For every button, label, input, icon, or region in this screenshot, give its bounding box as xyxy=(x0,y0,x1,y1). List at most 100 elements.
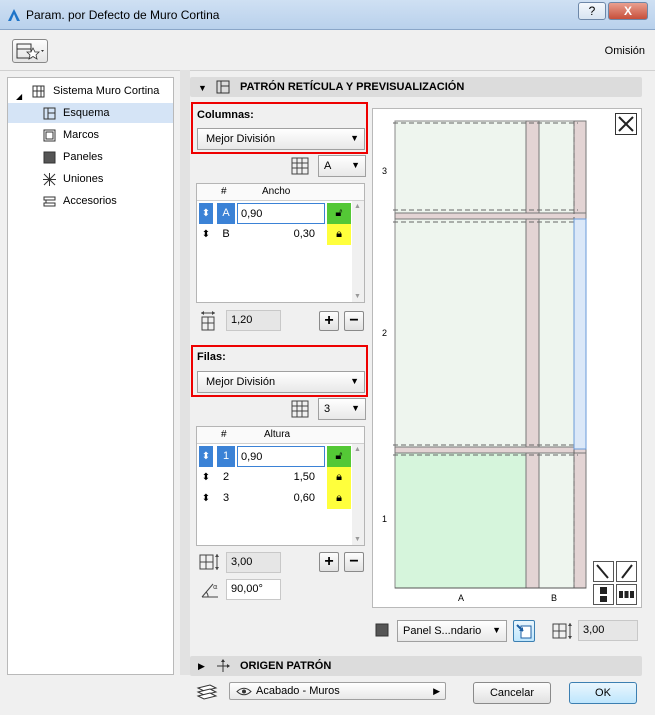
remove-row-button[interactable]: − xyxy=(344,552,364,572)
drag-handle-icon[interactable]: ⬍ xyxy=(199,488,213,509)
favorites-button[interactable] xyxy=(12,39,48,63)
panel-icon xyxy=(43,151,56,164)
close-preview-button[interactable] xyxy=(615,113,637,135)
view-vertical-button[interactable] xyxy=(593,584,614,605)
panel-type-value: Panel S...ndario xyxy=(403,625,482,637)
header-height: Altura xyxy=(264,429,291,440)
mullion-ab xyxy=(525,120,540,589)
layers-icon xyxy=(196,684,218,700)
tree-root-curtain-wall[interactable]: ◢ Sistema Muro Cortina xyxy=(8,81,173,101)
origin-icon xyxy=(217,659,230,672)
divider xyxy=(0,70,655,71)
chevron-down-icon: ▼ xyxy=(350,376,359,386)
svg-text:α: α xyxy=(213,583,218,591)
lock-icon[interactable]: 🔓︎ xyxy=(327,446,351,467)
row-index: 2 xyxy=(222,471,230,483)
table-header: # Ancho xyxy=(197,184,364,201)
expand-triangle-icon[interactable]: ◢ xyxy=(16,87,29,101)
help-button[interactable]: ? xyxy=(578,2,606,20)
visibility-eye-icon xyxy=(236,687,252,696)
section-header-pattern[interactable]: ▼ PATRÓN RETÍCULA Y PREVISUALIZACIÓN xyxy=(190,77,642,97)
transom-lower xyxy=(394,446,587,454)
drag-handle-icon[interactable]: ⬍ xyxy=(199,467,213,488)
view-diagonal-right-button[interactable] xyxy=(616,561,637,582)
columns-mode-value: Mejor División xyxy=(206,133,276,145)
panel-settings-icon xyxy=(516,624,532,639)
scroll-up-icon[interactable]: ▲ xyxy=(354,446,361,453)
columns-mode-select[interactable]: Mejor División ▼ xyxy=(197,128,365,150)
close-button[interactable]: X xyxy=(608,2,648,20)
tree-item-esquema[interactable]: Esquema xyxy=(8,103,173,123)
height-input[interactable]: 0,90 xyxy=(237,446,325,467)
drag-handle-icon[interactable]: ⬍ xyxy=(199,203,213,224)
table-scrollbar[interactable]: ▲ ▼ xyxy=(352,201,364,302)
view-diagonal-left-button[interactable] xyxy=(593,561,614,582)
rows-total-height: 3,00 xyxy=(226,552,281,573)
horizontal-blocks-icon xyxy=(619,591,634,598)
rows-mode-select[interactable]: Mejor División ▼ xyxy=(197,371,365,393)
lock-icon[interactable]: 🔒︎ xyxy=(327,224,351,245)
width-input[interactable]: 0,90 xyxy=(237,203,325,224)
pattern-preview: 3 2 1 A B xyxy=(372,108,642,608)
view-horizontal-button[interactable] xyxy=(616,584,637,605)
header-hash: # xyxy=(221,186,227,197)
rows-count-select[interactable]: 3 ▼ xyxy=(318,398,366,420)
total-height-icon xyxy=(552,623,572,639)
layer-select[interactable]: Acabado - Muros ▶ xyxy=(229,682,446,700)
panel-type-select[interactable]: Panel S...ndario ▼ xyxy=(397,620,507,642)
tree-item-paneles[interactable]: Paneles xyxy=(8,147,173,167)
section-header-origin[interactable]: ▶ ORIGEN PATRÓN xyxy=(190,656,642,676)
panel-a2 xyxy=(394,218,527,450)
column-grid-icon xyxy=(291,157,309,175)
tree-item-marcos[interactable]: Marcos xyxy=(8,125,173,145)
columns-label: Columnas: xyxy=(197,109,254,121)
table-row[interactable]: ⬍ 3 0,60 🔒︎ xyxy=(197,488,352,509)
lock-icon[interactable]: 🔓︎ xyxy=(327,203,351,224)
lock-icon[interactable]: 🔒︎ xyxy=(327,488,351,509)
tree-item-label: Paneles xyxy=(63,151,103,163)
tree-item-uniones[interactable]: Uniones xyxy=(8,169,173,189)
table-row[interactable]: ⬍ 2 1,50 🔒︎ xyxy=(197,467,352,488)
section-title: PATRÓN RETÍCULA Y PREVISUALIZACIÓN xyxy=(240,81,465,93)
table-scrollbar[interactable]: ▲ ▼ xyxy=(352,444,364,545)
scroll-up-icon[interactable]: ▲ xyxy=(354,203,361,210)
width-value[interactable]: 0,30 xyxy=(237,224,325,245)
scroll-down-icon[interactable]: ▼ xyxy=(354,293,361,300)
row-label-3: 3 xyxy=(382,166,388,176)
section-title: ORIGEN PATRÓN xyxy=(240,660,332,672)
tree-item-label: Uniones xyxy=(63,173,104,185)
lock-icon[interactable]: 🔒︎ xyxy=(327,467,351,488)
rows-label: Filas: xyxy=(197,351,226,363)
panel-settings-button[interactable] xyxy=(513,620,535,642)
height-value[interactable]: 1,50 xyxy=(237,467,325,488)
expand-triangle-icon: ▶ xyxy=(198,661,205,671)
rows-count-value: 3 xyxy=(324,403,331,415)
col-label-b: B xyxy=(551,593,558,603)
cancel-button[interactable]: Cancelar xyxy=(473,682,551,704)
preview-svg xyxy=(393,120,587,589)
archicad-icon xyxy=(8,9,20,21)
rows-table: # Altura ⬍ 1 0,90 🔓︎ ⬍ 2 1,50 🔒︎ ⬍ 3 0,6… xyxy=(196,426,365,546)
scroll-down-icon[interactable]: ▼ xyxy=(354,536,361,543)
tree-item-accesorios[interactable]: Accesorios xyxy=(8,191,173,211)
transom-upper xyxy=(394,212,587,220)
drag-handle-icon[interactable]: ⬍ xyxy=(199,224,213,245)
height-value[interactable]: 0,60 xyxy=(237,488,325,509)
panel-a1 xyxy=(394,452,527,589)
drag-handle-icon[interactable]: ⬍ xyxy=(199,446,213,467)
window-title: Param. por Defecto de Muro Cortina xyxy=(26,8,220,22)
total-width-icon xyxy=(201,311,215,331)
columns-scheme-select[interactable]: A ▼ xyxy=(318,155,366,177)
panel-scrollbar[interactable] xyxy=(180,70,190,675)
table-row[interactable]: ⬍ 1 0,90 🔓︎ xyxy=(197,446,352,467)
ok-button[interactable]: OK xyxy=(569,682,637,704)
preview-grid xyxy=(373,109,643,609)
add-row-button[interactable]: + xyxy=(319,552,339,572)
table-row[interactable]: ⬍ B 0,30 🔒︎ xyxy=(197,224,352,245)
chevron-down-icon: ▼ xyxy=(492,625,501,635)
table-row[interactable]: ⬍ A 0,90 🔓︎ xyxy=(197,203,352,224)
angle-input[interactable]: 90,00° xyxy=(226,579,281,600)
layer-value: Acabado - Muros xyxy=(256,685,340,697)
remove-column-button[interactable]: − xyxy=(344,311,364,331)
add-column-button[interactable]: + xyxy=(319,311,339,331)
